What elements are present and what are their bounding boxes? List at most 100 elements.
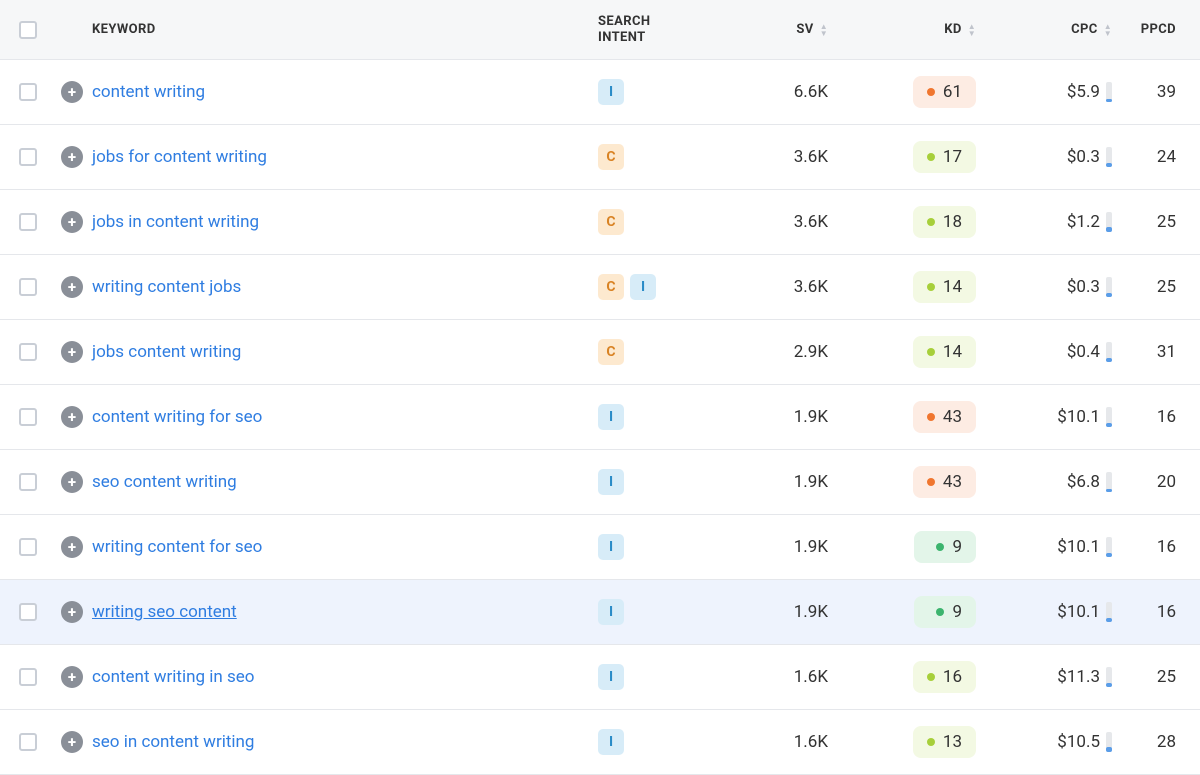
- cpc-value: $0.3: [1067, 147, 1100, 167]
- kd-value: 9: [952, 602, 962, 622]
- col-header-sv[interactable]: SV ▲▼: [718, 22, 848, 37]
- table-row: +content writingI6.6K61$5.939: [0, 60, 1200, 125]
- table-row: +writing content jobsCI3.6K14$0.325: [0, 255, 1200, 320]
- intent-informational-badge[interactable]: I: [630, 274, 656, 300]
- kd-pill: 17: [913, 141, 976, 173]
- cpc-bar-icon: [1106, 407, 1112, 427]
- intent-commercial-badge[interactable]: C: [598, 274, 624, 300]
- kd-value: 14: [943, 342, 962, 362]
- expand-button[interactable]: +: [61, 471, 83, 493]
- ppcd-value: 31: [1157, 342, 1176, 362]
- keyword-link[interactable]: writing content jobs: [92, 277, 241, 297]
- kd-value: 14: [943, 277, 962, 297]
- expand-button[interactable]: +: [61, 146, 83, 168]
- table-body: +content writingI6.6K61$5.939+jobs for c…: [0, 60, 1200, 775]
- ppcd-value: 24: [1157, 147, 1176, 167]
- row-checkbox[interactable]: [19, 408, 37, 426]
- sort-icon: ▲▼: [1104, 23, 1112, 37]
- kd-value: 16: [943, 667, 962, 687]
- table-row: +content writing in seoI1.6K16$11.325: [0, 645, 1200, 710]
- ppcd-value: 20: [1157, 472, 1176, 492]
- kd-pill: 9: [914, 596, 976, 628]
- kd-pill: 14: [913, 271, 976, 303]
- keyword-link[interactable]: jobs for content writing: [92, 147, 267, 167]
- kd-value: 13: [943, 732, 962, 752]
- table-header: Keyword Search Intent SV ▲▼ KD ▲▼ CPC ▲▼…: [0, 0, 1200, 60]
- col-header-cpc-label: CPC: [1071, 22, 1098, 37]
- expand-button[interactable]: +: [61, 81, 83, 103]
- expand-button[interactable]: +: [61, 666, 83, 688]
- kd-dot-icon: [927, 413, 935, 421]
- table-row: + jobs for content writing C 3.6K 17 $0.3 24: [0, 125, 1200, 190]
- expand-button[interactable]: +: [61, 406, 83, 428]
- col-header-intent-line2: Intent: [598, 30, 646, 45]
- col-header-kd-label: KD: [944, 22, 962, 37]
- cpc-value: $10.1: [1057, 537, 1100, 557]
- expand-button[interactable]: +: [61, 276, 83, 298]
- kd-dot-icon: [927, 738, 935, 746]
- row-checkbox[interactable]: [19, 343, 37, 361]
- sv-value: 1.9K: [794, 407, 828, 427]
- expand-button[interactable]: +: [61, 341, 83, 363]
- intent-informational-badge[interactable]: I: [598, 79, 624, 105]
- kd-pill: 61: [913, 76, 976, 108]
- sv-value: 3.6K: [794, 147, 828, 167]
- cpc-value: $11.3: [1057, 667, 1100, 687]
- cpc-value: $10.5: [1057, 732, 1100, 752]
- row-checkbox[interactable]: [19, 278, 37, 296]
- intent-informational-badge[interactable]: I: [598, 599, 624, 625]
- intent-commercial-badge[interactable]: C: [598, 144, 624, 170]
- expand-button[interactable]: +: [61, 731, 83, 753]
- row-checkbox[interactable]: [19, 733, 37, 751]
- keyword-link[interactable]: writing content for seo: [92, 537, 262, 557]
- cpc-bar-icon: [1106, 82, 1112, 102]
- keyword-link[interactable]: jobs content writing: [92, 342, 241, 362]
- row-checkbox[interactable]: [19, 668, 37, 686]
- keyword-link[interactable]: content writing in seo: [92, 667, 254, 687]
- row-checkbox[interactable]: [19, 213, 37, 231]
- kd-dot-icon: [927, 88, 935, 96]
- sort-icon: ▲▼: [968, 23, 976, 37]
- expand-button[interactable]: +: [61, 601, 83, 623]
- kd-value: 61: [943, 82, 962, 102]
- intent-informational-badge[interactable]: I: [598, 404, 624, 430]
- row-checkbox[interactable]: [19, 83, 37, 101]
- keyword-link[interactable]: jobs in content writing: [92, 212, 259, 232]
- expand-button[interactable]: +: [61, 536, 83, 558]
- col-header-ppcd[interactable]: PPCD: [1118, 22, 1200, 37]
- kd-pill: 9: [914, 531, 976, 563]
- select-all-checkbox[interactable]: [19, 21, 37, 39]
- intent-informational-badge[interactable]: I: [598, 664, 624, 690]
- cpc-value: $0.4: [1067, 342, 1100, 362]
- col-header-keyword[interactable]: Keyword: [88, 22, 598, 37]
- intent-informational-badge[interactable]: I: [598, 534, 624, 560]
- intent-informational-badge[interactable]: I: [598, 469, 624, 495]
- cpc-value: $1.2: [1067, 212, 1100, 232]
- keyword-link[interactable]: seo in content writing: [92, 732, 254, 752]
- cpc-bar-icon: [1106, 602, 1112, 622]
- ppcd-value: 25: [1157, 212, 1176, 232]
- sv-value: 2.9K: [794, 342, 828, 362]
- col-header-kd[interactable]: KD ▲▼: [848, 22, 988, 37]
- intent-informational-badge[interactable]: I: [598, 729, 624, 755]
- row-checkbox[interactable]: [19, 473, 37, 491]
- col-header-intent[interactable]: Search Intent: [598, 14, 718, 45]
- sv-value: 6.6K: [794, 82, 828, 102]
- expand-button[interactable]: +: [61, 211, 83, 233]
- intent-commercial-badge[interactable]: C: [598, 339, 624, 365]
- keyword-link[interactable]: content writing for seo: [92, 407, 262, 427]
- kd-pill: 16: [913, 661, 976, 693]
- row-checkbox[interactable]: [19, 148, 37, 166]
- ppcd-value: 16: [1157, 537, 1176, 557]
- cpc-bar-icon: [1106, 667, 1112, 687]
- col-header-cpc[interactable]: CPC ▲▼: [988, 22, 1118, 37]
- ppcd-value: 25: [1157, 277, 1176, 297]
- row-checkbox[interactable]: [19, 603, 37, 621]
- keyword-link[interactable]: content writing: [92, 82, 205, 102]
- intent-commercial-badge[interactable]: C: [598, 209, 624, 235]
- keyword-link[interactable]: writing seo content: [92, 602, 237, 622]
- row-checkbox[interactable]: [19, 538, 37, 556]
- keyword-link[interactable]: seo content writing: [92, 472, 237, 492]
- cpc-value: $0.3: [1067, 277, 1100, 297]
- table-row: +seo in content writingI1.6K13$10.528: [0, 710, 1200, 775]
